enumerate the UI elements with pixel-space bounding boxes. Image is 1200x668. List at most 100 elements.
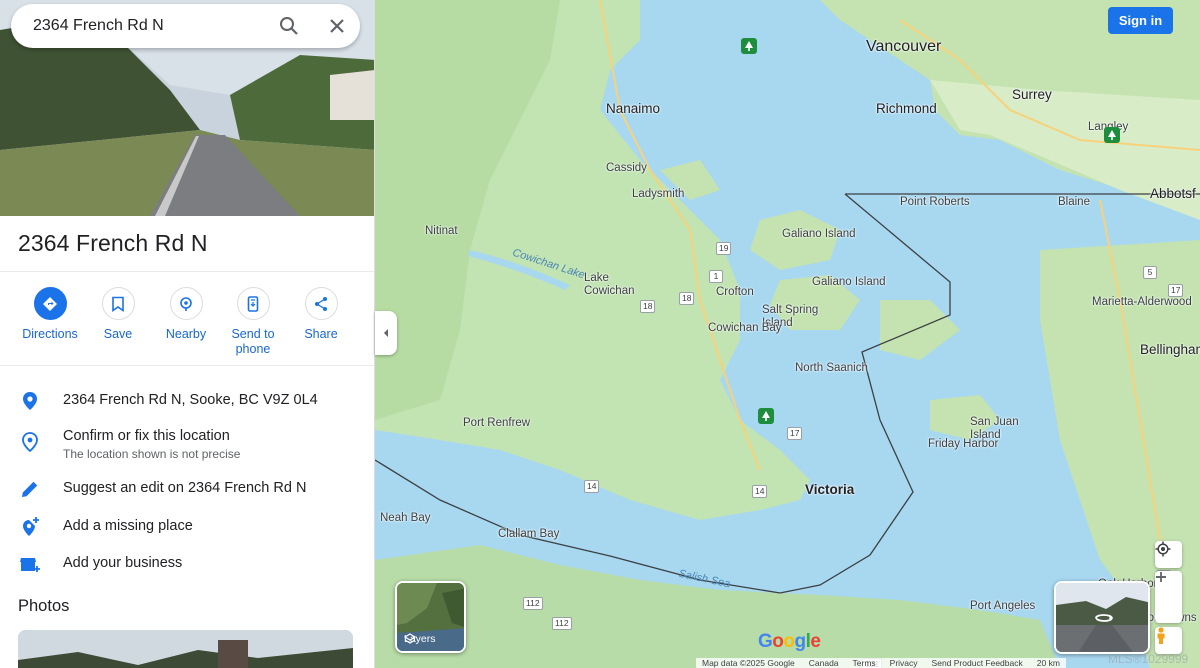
map-label-surrey: Surrey (1012, 87, 1052, 102)
share-button[interactable]: Share (281, 287, 361, 342)
street-view-thumbnail[interactable] (1054, 581, 1150, 654)
suggest-edit-text: Suggest an edit on 2364 French Rd N (63, 480, 307, 496)
map-label-marietta: Marietta-Alderwood (1092, 296, 1192, 308)
park-icon (758, 408, 774, 424)
footer-scale[interactable]: 20 km (1037, 658, 1060, 668)
phone-icon (247, 295, 259, 312)
map-label-richmond: Richmond (876, 101, 937, 116)
footer-feedback[interactable]: Send Product Feedback (932, 658, 1023, 668)
my-location-icon (1155, 541, 1171, 557)
map-footer: Map data ©2025 Google Canada Terms Priva… (696, 658, 1066, 668)
collapse-panel-button[interactable] (375, 311, 397, 355)
map-label-ladysmith: Ladysmith (632, 188, 685, 200)
confirm-location-row[interactable]: Confirm or fix this location The locatio… (0, 422, 374, 464)
nearby-circle (169, 287, 203, 320)
map-label-port-renfrew: Port Renfrew (463, 417, 531, 429)
footer-terms[interactable]: Terms (853, 658, 876, 668)
action-bar: Directions Save Nearby Send to phone Sha… (0, 287, 374, 367)
confirm-location-title: Confirm or fix this location (63, 428, 230, 444)
add-place-row[interactable]: Add a missing place (0, 511, 374, 547)
map-label-point-roberts: Point Roberts (900, 196, 970, 208)
pencil-icon (22, 481, 38, 497)
pegman-icon (1157, 627, 1165, 644)
map-label-port-angeles: Port Angeles (970, 600, 1036, 612)
directions-icon (43, 296, 57, 311)
share-label: Share (304, 327, 338, 341)
rotate-360-icon (1095, 614, 1113, 622)
share-icon (315, 296, 327, 311)
zoom-out-button[interactable] (1155, 576, 1182, 623)
search-icon[interactable] (277, 14, 301, 38)
add-business-text: Add your business (63, 555, 183, 571)
add-business-row[interactable]: Add your business (0, 548, 374, 584)
map-label-san-juan: San Juan Island (970, 416, 1019, 441)
sign-in-button[interactable]: Sign in (1108, 7, 1173, 34)
map-label-north-saanich: North Saanich (795, 362, 868, 374)
map-label-vancouver: Vancouver (866, 38, 942, 55)
directions-circle (33, 287, 67, 320)
map-label-lake-cowichan: Lake Cowichan (584, 272, 635, 297)
minus-icon (1156, 576, 1166, 578)
zoom-control (1155, 571, 1182, 623)
highway-shield: 112 (552, 617, 572, 630)
share-circle (304, 287, 338, 320)
footer-privacy[interactable]: Privacy (890, 658, 918, 668)
pegman-button[interactable] (1155, 627, 1182, 654)
highway-shield: 17 (787, 427, 803, 440)
map-label-galiano: Galiano Island (782, 228, 856, 240)
address-row[interactable]: 2364 French Rd N, Sooke, BC V9Z 0L4 (0, 385, 374, 421)
map-label-bellingham: Bellingham (1140, 342, 1200, 357)
location-pin-icon (23, 392, 37, 410)
highway-shield: 14 (584, 480, 600, 493)
my-location-button[interactable] (1155, 541, 1182, 568)
highway-shield: 112 (523, 597, 543, 610)
footer-country[interactable]: Canada (809, 658, 839, 668)
map-label-cowichan-bay: Cowichan Bay (708, 322, 782, 334)
map-label-neah-bay: Neah Bay (380, 512, 431, 524)
highway-shield: 18 (640, 300, 656, 313)
divider (0, 271, 374, 272)
photos-heading: Photos (18, 597, 70, 615)
edit-location-icon (22, 432, 38, 453)
place-title: 2364 French Rd N (18, 230, 208, 256)
map-label-cassidy: Cassidy (606, 162, 647, 174)
footer-map-data: Map data ©2025 Google (702, 658, 795, 668)
park-icon (1104, 127, 1120, 143)
highway-shield: 18 (679, 292, 695, 305)
search-input[interactable] (33, 17, 263, 35)
send-to-phone-circle (236, 287, 270, 320)
layers-button[interactable]: Layers (395, 581, 466, 653)
map-label-nitinat: Nitinat (425, 225, 458, 237)
app-root: Vancouver Nanaimo Richmond Surrey Langle… (0, 0, 1200, 668)
address-text: 2364 French Rd N, Sooke, BC V9Z 0L4 (63, 392, 318, 408)
map-label-clallam: Clallam Bay (498, 528, 560, 540)
search-bar (11, 4, 360, 48)
confirm-location-subtitle: The location shown is not precise (63, 447, 241, 461)
place-panel: 2364 French Rd N Directions Save (0, 0, 375, 668)
map-label-abbotsford: Abbotsf (1150, 186, 1196, 201)
suggest-edit-row[interactable]: Suggest an edit on 2364 French Rd N (0, 473, 374, 509)
highway-shield: 14 (752, 485, 768, 498)
add-place-text: Add a missing place (63, 518, 193, 534)
mls-watermark: MLS®1029999 (1108, 652, 1189, 666)
highway-shield: 17 (1168, 284, 1184, 297)
add-business-icon (20, 558, 40, 572)
map-label-nanaimo: Nanaimo (606, 101, 661, 116)
map-label-victoria: Victoria (805, 482, 855, 497)
map-label-galiano2: Galiano Island (812, 276, 886, 288)
close-icon[interactable] (325, 14, 349, 38)
highway-shield: 1 (709, 270, 723, 283)
map-label-crofton: Crofton (716, 286, 754, 298)
park-icon (741, 38, 757, 54)
divider (0, 365, 374, 366)
save-circle (101, 287, 135, 320)
send-to-phone-label: Send to phone (231, 327, 275, 356)
add-location-icon (23, 517, 39, 536)
google-logo: Google (758, 631, 821, 652)
layers-icon (404, 633, 416, 644)
nearby-search-icon (180, 296, 192, 311)
chevron-left-icon (384, 329, 388, 337)
bookmark-icon (112, 296, 124, 312)
highway-shield: 5 (1143, 266, 1157, 279)
photo-thumbnail[interactable] (18, 630, 353, 668)
